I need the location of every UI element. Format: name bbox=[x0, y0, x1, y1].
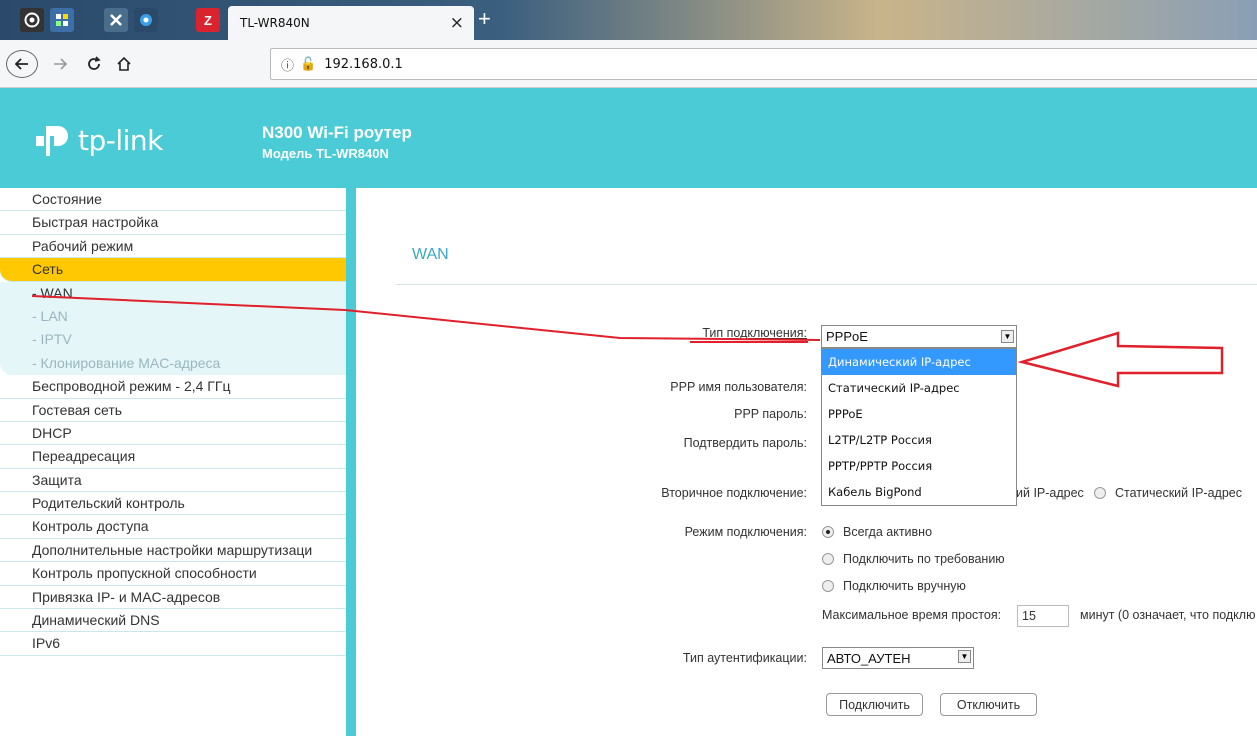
mode-manual-label: Подключить вручную bbox=[843, 579, 966, 593]
secondary-dynamic-option[interactable]: ий IP-адрес bbox=[1016, 486, 1084, 500]
sidebar-item-forwarding[interactable]: Переадресация bbox=[0, 445, 346, 469]
logo-text: tp-link bbox=[78, 123, 163, 157]
idle-time-suffix-text: минут (0 означает, что подклю bbox=[1080, 608, 1256, 622]
dropdown-option-static-ip[interactable]: Статический IP-адрес bbox=[822, 375, 1016, 401]
sidebar-item-advanced-routing[interactable]: Дополнительные настройки маршрутизаци bbox=[0, 539, 346, 563]
ppp-password-label: PPP пароль: bbox=[734, 407, 807, 421]
reload-button[interactable] bbox=[82, 50, 106, 78]
tab-title: TL-WR840N bbox=[240, 16, 310, 30]
title-divider bbox=[396, 284, 1257, 285]
sidebar-item-dynamic-dns[interactable]: Динамический DNS bbox=[0, 609, 346, 633]
browser-tab-bar: Z TL-WR840N × + bbox=[0, 0, 1257, 40]
idle-time-row: Максимальное время простоя: bbox=[822, 608, 1001, 622]
auth-type-select[interactable]: АВТО_АУТЕН ▼ bbox=[822, 647, 974, 669]
sidebar-item-access-control[interactable]: Контроль доступа bbox=[0, 515, 346, 539]
arrow-right-icon bbox=[54, 58, 68, 70]
secondary-static-option[interactable]: Статический IP-адрес bbox=[1094, 486, 1242, 500]
tp-link-logo-icon bbox=[36, 126, 68, 156]
dropdown-option-dynamic-ip[interactable]: Динамический IP-адрес bbox=[822, 349, 1016, 375]
sidebar-item-ip-mac-binding[interactable]: Привязка IP- и MAC-адресов bbox=[0, 586, 346, 610]
insecure-lock-icon[interactable]: 🔓 bbox=[300, 57, 316, 72]
back-button[interactable] bbox=[6, 50, 38, 78]
product-model: Модель TL-WR840N bbox=[262, 146, 389, 161]
ppp-username-label: PPP имя пользователя: bbox=[670, 380, 807, 394]
sidebar-item-operation-mode[interactable]: Рабочий режим bbox=[0, 235, 346, 259]
conn-type-value: PPPoE bbox=[826, 329, 868, 344]
secondary-connection-label: Вторичное подключение: bbox=[661, 486, 807, 500]
sidebar-subitem-lan[interactable]: - LAN bbox=[0, 305, 346, 328]
dropdown-option-pppoe[interactable]: PPPoE bbox=[822, 401, 1016, 427]
chevron-down-icon: ▼ bbox=[958, 650, 971, 663]
home-button[interactable] bbox=[112, 50, 136, 78]
sidebar-item-wireless[interactable]: Беспроводной режим - 2,4 ГГц bbox=[0, 375, 346, 399]
info-icon[interactable]: ⓘ bbox=[281, 55, 294, 74]
idle-time-input[interactable]: 15 bbox=[1017, 605, 1069, 627]
conn-type-label: Тип подключения: bbox=[702, 326, 807, 340]
app-grid-icon[interactable] bbox=[50, 8, 74, 32]
new-tab-button[interactable]: + bbox=[478, 6, 491, 32]
dropdown-option-pptp[interactable]: PPTP/PPTP Россия bbox=[822, 453, 1016, 479]
product-title: N300 Wi-Fi роутер bbox=[262, 123, 412, 142]
sidebar-network-submenu: - WAN - LAN - IPTV - Клонирование MAC-ад… bbox=[0, 281, 346, 376]
address-bar[interactable]: ⓘ 🔓 192.168.0.1 bbox=[270, 48, 1257, 80]
secondary-static-radio[interactable] bbox=[1094, 487, 1106, 499]
sidebar-item-bandwidth-control[interactable]: Контроль пропускной способности bbox=[0, 562, 346, 586]
sidebar-item-parental-control[interactable]: Родительский контроль bbox=[0, 492, 346, 516]
chevron-down-icon: ▼ bbox=[1001, 330, 1014, 343]
firefox-icon[interactable] bbox=[20, 8, 44, 32]
mode-always-on-radio[interactable] bbox=[822, 526, 834, 538]
sidebar-item-network[interactable]: Сеть bbox=[0, 258, 346, 282]
dropdown-option-l2tp[interactable]: L2TP/L2TP Россия bbox=[822, 427, 1016, 453]
arrow-left-icon bbox=[14, 58, 28, 70]
sidebar-item-ipv6[interactable]: IPv6 bbox=[0, 632, 346, 656]
mode-on-demand[interactable]: Подключить по требованию bbox=[822, 552, 1005, 566]
connect-button[interactable]: Подключить bbox=[826, 693, 923, 716]
zotero-icon[interactable]: Z bbox=[196, 8, 220, 32]
idle-time-label: Максимальное время простоя: bbox=[822, 608, 1002, 622]
reload-icon bbox=[88, 56, 101, 70]
page-title: WAN bbox=[412, 246, 449, 263]
idle-time-suffix: минут (0 означает, что подклю bbox=[1080, 608, 1255, 622]
connection-mode-label: Режим подключения: bbox=[684, 525, 807, 539]
forward-button[interactable] bbox=[48, 50, 72, 78]
mode-manual[interactable]: Подключить вручную bbox=[822, 579, 966, 593]
sidebar-subitem-iptv[interactable]: - IPTV bbox=[0, 328, 346, 351]
confirm-password-label: Подтвердить пароль: bbox=[683, 436, 807, 450]
tp-link-logo: tp-link bbox=[32, 120, 163, 160]
close-tab-icon[interactable]: × bbox=[450, 13, 464, 33]
dropdown-option-bigpond[interactable]: Кабель BigPond bbox=[822, 479, 1016, 505]
auth-type-value: АВТО_АУТЕН bbox=[827, 650, 911, 666]
disconnect-button[interactable]: Отключить bbox=[940, 693, 1037, 716]
sidebar-item-guest-network[interactable]: Гостевая сеть bbox=[0, 399, 346, 422]
url-text: 192.168.0.1 bbox=[324, 56, 403, 72]
router-header: tp-link N300 Wi-Fi роутер Модель TL-WR84… bbox=[0, 88, 1257, 188]
browser-nav-bar: ⓘ 🔓 192.168.0.1 bbox=[0, 40, 1257, 88]
sidebar-item-dhcp[interactable]: DHCP bbox=[0, 422, 346, 446]
auth-type-label: Тип аутентификации: bbox=[682, 651, 807, 665]
conn-type-select[interactable]: PPPoE ▼ bbox=[821, 325, 1017, 348]
main-content: WAN Тип подключения: PPPoE ▼ PPP имя пол… bbox=[356, 188, 1257, 736]
mode-always-on[interactable]: Всегда активно bbox=[822, 525, 932, 539]
sidebar-subitem-mac-clone[interactable]: - Клонирование MAC-адреса bbox=[0, 352, 346, 375]
gear-icon[interactable] bbox=[134, 8, 158, 32]
secondary-static-label: Статический IP-адрес bbox=[1115, 486, 1242, 500]
mode-on-demand-radio[interactable] bbox=[822, 553, 834, 565]
home-icon bbox=[117, 56, 131, 71]
sidebar-item-security[interactable]: Защита bbox=[0, 469, 346, 493]
mode-always-on-label: Всегда активно bbox=[843, 525, 933, 539]
mode-on-demand-label: Подключить по требованию bbox=[843, 552, 1005, 566]
sidebar-subitem-wan[interactable]: - WAN bbox=[0, 282, 346, 305]
sidebar-item-status[interactable]: Состояние bbox=[0, 188, 346, 212]
conn-type-dropdown-list: Динамический IP-адрес Статический IP-адр… bbox=[821, 348, 1017, 506]
addon-icon[interactable] bbox=[104, 8, 128, 32]
secondary-dynamic-label: ий IP-адрес bbox=[1016, 486, 1084, 500]
tab-tl-wr840n[interactable]: TL-WR840N × bbox=[228, 6, 474, 40]
sidebar-menu: Состояние Быстрая настройка Рабочий режи… bbox=[0, 188, 356, 736]
sidebar-item-quick-setup[interactable]: Быстрая настройка bbox=[0, 211, 346, 235]
mode-manual-radio[interactable] bbox=[822, 580, 834, 592]
